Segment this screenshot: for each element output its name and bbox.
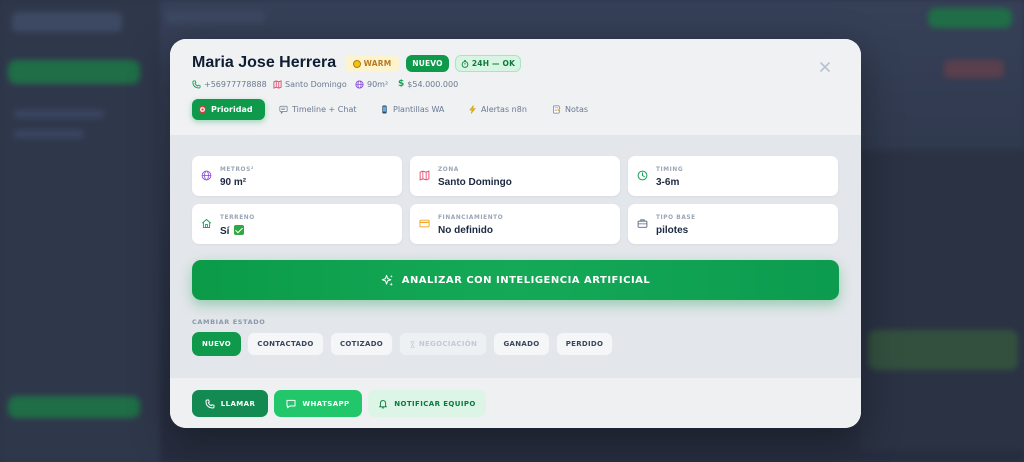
field-financiamiento: FINANCIAMIENTO No definido (410, 204, 620, 244)
state-negociacion-label: NEGOCIACIÓN (418, 340, 478, 348)
bell-icon (379, 399, 388, 409)
credit-card-icon (419, 219, 430, 228)
whatsapp-button[interactable]: WHATSAPP (274, 390, 362, 417)
background-panel (860, 150, 1024, 450)
field-timing: TIMING 3-6m (628, 156, 838, 196)
background-header (165, 10, 265, 24)
tab-alertas-n8n[interactable]: Alertas n8n (462, 99, 533, 120)
field-timing-value: 3-6m (656, 177, 680, 188)
field-zona: ZONA Santo Domingo (410, 156, 620, 196)
field-zona-value: Santo Domingo (438, 177, 512, 188)
state-negociacion[interactable]: NEGOCIACIÓN (399, 332, 487, 356)
lead-detail-modal: Maria Jose Herrera WARM NUEVO 24H — OK +… (170, 39, 861, 428)
field-terreno-text: Sí (220, 226, 230, 237)
tab-prioridad-label: Prioridad (211, 105, 253, 114)
phone-icon (382, 105, 387, 114)
phone-icon (192, 79, 201, 89)
background-chip (944, 60, 1004, 78)
field-tipo-base-value: pilotes (656, 225, 689, 236)
checkmark-icon (234, 225, 245, 235)
background-line (14, 110, 104, 118)
field-terreno: TERRENO Sí (192, 204, 402, 244)
home-icon (201, 219, 212, 228)
background-nav-button (8, 396, 140, 418)
target-icon (198, 105, 207, 114)
background-logo (12, 12, 122, 32)
stopwatch-icon (461, 59, 469, 68)
lead-area-text: 90m² (367, 79, 389, 89)
background-action (928, 8, 1012, 28)
sparkles-icon (381, 274, 393, 286)
notify-team-label: NOTIFICAR EQUIPO (394, 399, 476, 408)
field-financiamiento-label: FINANCIAMIENTO (438, 215, 504, 221)
field-terreno-value: Sí (220, 225, 245, 237)
analyze-ai-button[interactable]: ANALIZAR CON INTELIGENCIA ARTIFICIAL (192, 260, 839, 300)
tab-plantillas-wa[interactable]: Plantillas WA (374, 99, 450, 120)
state-cotizado[interactable]: COTIZADO (330, 332, 393, 356)
field-tipo-base: TIPO BASE pilotes (628, 204, 838, 244)
lead-area: 90m² (355, 78, 388, 90)
change-state-label: CAMBIAR ESTADO (192, 318, 266, 326)
hourglass-icon (409, 340, 415, 348)
tab-plantillas-wa-label: Plantillas WA (393, 105, 445, 114)
lead-price: $ $54.000.000 (398, 78, 458, 90)
map-icon (273, 79, 282, 89)
lightning-icon (469, 105, 476, 114)
sla-badge-label: 24H — OK (471, 59, 516, 68)
lead-phone[interactable]: +56977778888 (192, 78, 267, 90)
lead-location-text: Santo Domingo (285, 79, 347, 89)
tab-timeline-chat[interactable]: Timeline + Chat (273, 99, 363, 120)
memo-icon (553, 105, 561, 114)
warm-badge-label: WARM (363, 59, 392, 68)
background-card (868, 330, 1018, 370)
tab-alertas-n8n-label: Alertas n8n (481, 105, 527, 114)
field-metros-label: METROS² (220, 167, 254, 173)
state-perdido[interactable]: PERDIDO (556, 332, 613, 356)
field-timing-label: TIMING (656, 167, 684, 173)
call-button-label: LLAMAR (220, 399, 256, 408)
map-icon (419, 170, 430, 181)
state-ganado[interactable]: GANADO (493, 332, 550, 356)
sla-badge: 24H — OK (455, 55, 521, 72)
analyze-ai-label: ANALIZAR CON INTELIGENCIA ARTIFICIAL (401, 274, 651, 286)
globe-icon (201, 170, 212, 181)
status-badge: NUEVO (406, 55, 449, 72)
call-button[interactable]: LLAMAR (192, 390, 268, 417)
lead-price-text: $54.000.000 (407, 79, 459, 89)
background-line (14, 130, 84, 138)
tab-notas[interactable]: Notas (546, 99, 594, 120)
field-terreno-label: TERRENO (220, 215, 255, 221)
background-nav-active (8, 60, 140, 84)
lead-location: Santo Domingo (273, 78, 347, 90)
warm-dot-icon (352, 59, 361, 68)
notify-team-button[interactable]: NOTIFICAR EQUIPO (368, 390, 486, 417)
field-zona-label: ZONA (438, 167, 459, 173)
close-icon[interactable] (818, 60, 832, 74)
globe-icon (355, 79, 364, 89)
whatsapp-button-label: WHATSAPP (302, 399, 350, 408)
warm-badge: WARM (345, 55, 399, 72)
briefcase-icon (637, 219, 648, 228)
clock-icon (637, 170, 648, 181)
message-icon (286, 399, 296, 408)
field-financiamiento-value: No definido (438, 225, 493, 236)
tab-notas-label: Notas (565, 105, 589, 114)
field-metros: METROS² 90 m² (192, 156, 402, 196)
tab-timeline-chat-label: Timeline + Chat (292, 105, 357, 114)
phone-icon (205, 399, 215, 409)
field-tipo-base-label: TIPO BASE (656, 215, 696, 221)
chat-icon (279, 105, 288, 114)
tab-prioridad[interactable]: Prioridad (192, 99, 265, 120)
state-nuevo[interactable]: NUEVO (192, 332, 241, 356)
dollar-icon: $ (398, 79, 405, 89)
lead-name: Maria Jose Herrera (192, 54, 337, 71)
state-contactado[interactable]: CONTACTADO (247, 332, 324, 356)
lead-phone-text: +56977778888 (204, 79, 267, 89)
field-metros-value: 90 m² (220, 177, 247, 188)
